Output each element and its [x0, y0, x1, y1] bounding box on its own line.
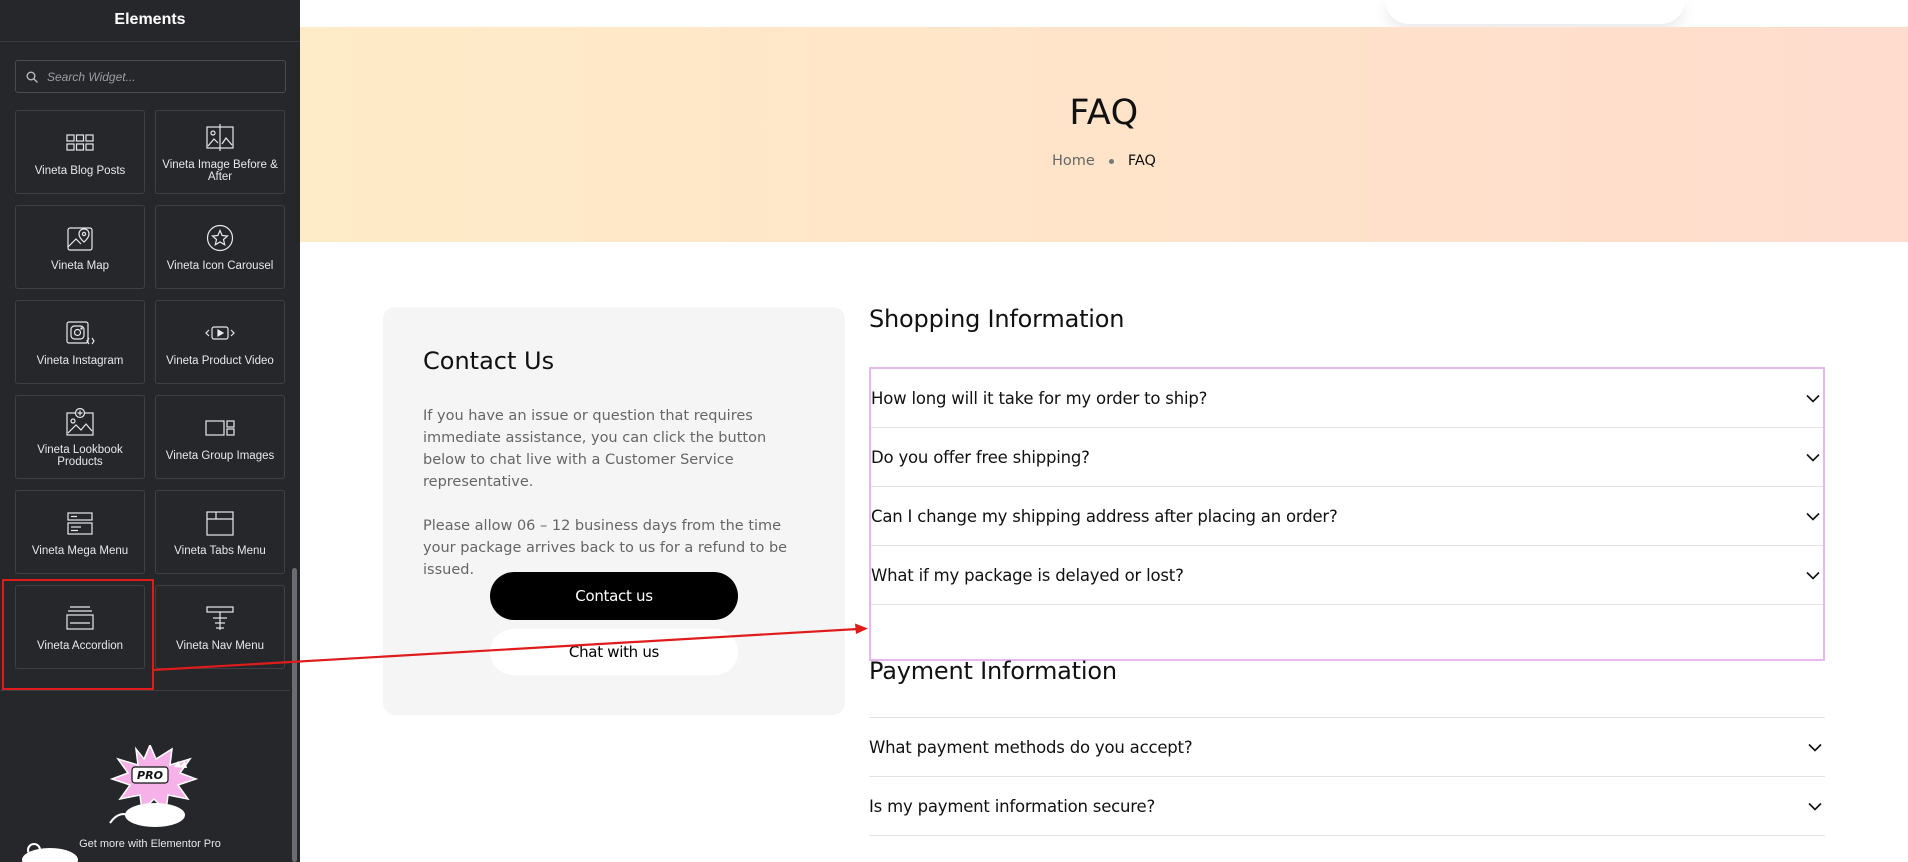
- widget-label: Vineta Icon Carousel: [166, 259, 274, 272]
- widget-label: Vineta Map: [51, 259, 109, 272]
- breadcrumb-home[interactable]: Home: [1052, 153, 1095, 169]
- page-hero: FAQ Home FAQ: [300, 27, 1908, 242]
- chevron-down-icon: [1806, 394, 1820, 403]
- widget-product-video[interactable]: Vineta Product Video: [155, 300, 285, 384]
- widget-grid: Vineta Blog Posts Vineta Image Before & …: [15, 110, 287, 669]
- widget-label: Vineta Mega Menu: [31, 544, 129, 557]
- widget-label: Vineta Blog Posts: [34, 164, 126, 177]
- accordion-icon: [66, 605, 94, 630]
- accordion-item[interactable]: What if my package is delayed or lost?: [871, 546, 1823, 605]
- mega-menu-icon: [67, 511, 93, 535]
- nav-menu-icon: [206, 605, 234, 630]
- widget-icon-carousel[interactable]: Vineta Icon Carousel: [155, 205, 285, 289]
- instagram-icon: [66, 320, 95, 344]
- map-icon: [67, 226, 93, 251]
- contact-title: Contact Us: [423, 347, 555, 375]
- widget-image-before-after[interactable]: Vineta Image Before & After: [155, 110, 285, 194]
- widget-search[interactable]: [15, 60, 286, 93]
- accordion-question: Is my payment information secure?: [869, 796, 1156, 816]
- chat-with-us-button[interactable]: Chat with us: [490, 629, 738, 675]
- page-title: FAQ: [1069, 93, 1139, 133]
- widget-label: Vineta Product Video: [166, 354, 274, 367]
- search-widget-input[interactable]: [47, 69, 267, 84]
- header-pill: [1385, 0, 1685, 24]
- faq-column: Shopping Information How long will it ta…: [869, 305, 1825, 836]
- elements-panel: Elements Vineta Blog Posts Vineta Image …: [0, 0, 300, 862]
- accordion-item[interactable]: What payment methods do you accept?: [869, 718, 1825, 777]
- pro-badge-text: PRO: [137, 769, 163, 782]
- widget-tabs-menu[interactable]: Vineta Tabs Menu: [155, 490, 285, 574]
- widget-instagram[interactable]: Vineta Instagram: [15, 300, 145, 384]
- widget-label: Vineta Lookbook Products: [37, 443, 123, 468]
- panel-scrollbar[interactable]: [292, 568, 297, 862]
- widget-label: Vineta Tabs Menu: [174, 544, 266, 557]
- widget-label: Vineta Image Before & After: [162, 158, 278, 183]
- icon-carousel-icon: [206, 224, 234, 251]
- accordion-question: Do you offer free shipping?: [871, 447, 1090, 467]
- mascot-peek-icon: [22, 843, 78, 862]
- lookbook-icon: [66, 407, 94, 436]
- widget-blog-posts[interactable]: Vineta Blog Posts: [15, 110, 145, 194]
- accordion-item[interactable]: How long will it take for my order to sh…: [871, 369, 1823, 428]
- chevron-down-icon: [1808, 802, 1822, 811]
- image-before-after-icon: [206, 123, 234, 151]
- widget-label: Vineta Accordion: [36, 639, 124, 652]
- widget-lookbook-products[interactable]: Vineta Lookbook Products: [15, 395, 145, 479]
- chevron-down-icon: [1806, 453, 1820, 462]
- page-canvas: FAQ Home FAQ Contact Us If you have an is…: [300, 0, 1908, 862]
- contact-us-button[interactable]: Contact us: [490, 572, 738, 620]
- accordion-question: What payment methods do you accept?: [869, 737, 1193, 757]
- widget-map[interactable]: Vineta Map: [15, 205, 145, 289]
- widget-nav-menu[interactable]: Vineta Nav Menu: [155, 585, 285, 669]
- payment-info-title: Payment Information: [869, 657, 1117, 685]
- panel-title: Elements: [0, 0, 300, 42]
- widget-label: Vineta Instagram: [36, 354, 124, 367]
- pro-mascot-icon: PRO: [109, 745, 199, 827]
- breadcrumb-current: FAQ: [1127, 153, 1156, 169]
- widget-label: Vineta Nav Menu: [175, 639, 264, 652]
- contact-card: Contact Us If you have an issue or quest…: [383, 307, 845, 715]
- blog-posts-icon: [66, 133, 94, 151]
- widget-group-images[interactable]: Vineta Group Images: [155, 395, 285, 479]
- payment-accordion: What payment methods do you accept? Is m…: [869, 717, 1825, 836]
- widget-label: Vineta Group Images: [165, 449, 275, 462]
- widget-accordion[interactable]: Vineta Accordion: [15, 585, 145, 669]
- search-icon: [26, 71, 38, 83]
- contact-paragraph-1: If you have an issue or question that re…: [423, 408, 767, 490]
- breadcrumb: Home FAQ: [300, 153, 1908, 169]
- shopping-info-title: Shopping Information: [869, 305, 1125, 333]
- tabs-menu-icon: [206, 510, 234, 536]
- chevron-down-icon: [1806, 571, 1820, 580]
- accordion-item[interactable]: Can I change my shipping address after p…: [871, 487, 1823, 546]
- accordion-question: Can I change my shipping address after p…: [871, 506, 1338, 526]
- panel-divider: [0, 690, 290, 691]
- widget-mega-menu[interactable]: Vineta Mega Menu: [15, 490, 145, 574]
- accordion-item[interactable]: Is my payment information secure?: [869, 777, 1825, 836]
- group-images-icon: [205, 419, 235, 436]
- accordion-question: What if my package is delayed or lost?: [871, 565, 1184, 585]
- breadcrumb-separator: [1108, 158, 1114, 164]
- shopping-accordion: How long will it take for my order to sh…: [869, 367, 1825, 661]
- accordion-question: How long will it take for my order to sh…: [871, 388, 1208, 408]
- accordion-item[interactable]: Do you offer free shipping?: [871, 428, 1823, 487]
- chevron-down-icon: [1808, 743, 1822, 752]
- chevron-down-icon: [1806, 512, 1820, 521]
- product-video-icon: [205, 325, 235, 340]
